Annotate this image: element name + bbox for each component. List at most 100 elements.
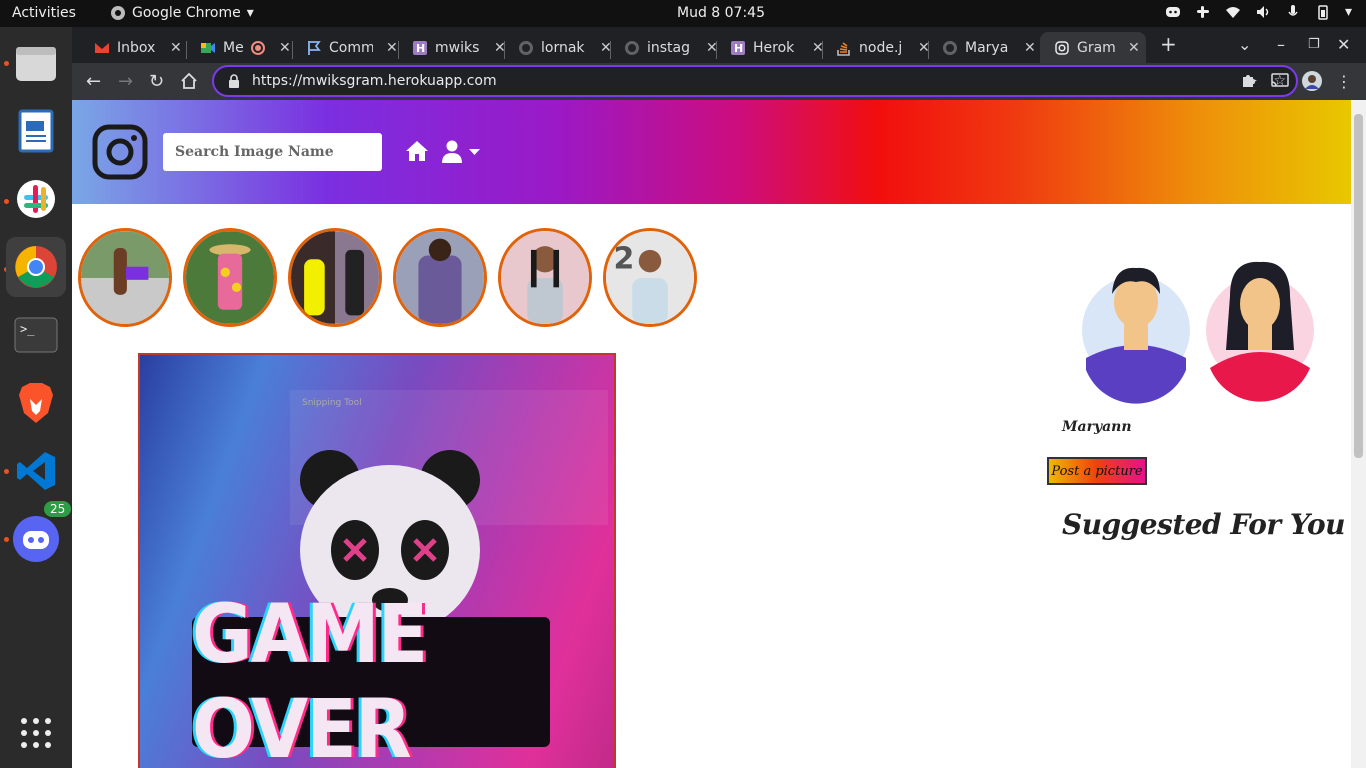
system-tray[interactable]: ▾ — [1165, 4, 1352, 20]
tab-heroku[interactable]: H Herok ✕ — [716, 32, 824, 63]
document-writer-icon — [18, 109, 54, 153]
chrome-icon — [15, 246, 57, 288]
dock-brave[interactable] — [6, 373, 66, 433]
github-icon — [625, 40, 639, 55]
dock-terminal[interactable]: >_ — [6, 305, 66, 365]
github-icon — [943, 40, 957, 55]
tab-mwiks[interactable]: H mwiks ✕ — [398, 32, 506, 63]
story-thumbnail[interactable] — [393, 228, 487, 327]
discord-tray-icon — [1165, 7, 1180, 17]
close-tab-icon[interactable]: ✕ — [386, 40, 398, 56]
tab-marya[interactable]: Marya ✕ — [928, 32, 1036, 63]
app-menu[interactable]: Google Chrome ▾ — [110, 5, 254, 21]
tab-search-chevron-icon[interactable]: ⌄ — [1238, 35, 1251, 54]
search-input[interactable] — [163, 133, 382, 171]
battery-icon — [1318, 5, 1328, 20]
microphone-icon — [1288, 5, 1298, 16]
tab-comm[interactable]: Comm ✕ — [292, 32, 398, 63]
user-dropdown-icon[interactable] — [442, 140, 486, 164]
close-tab-icon[interactable]: ✕ — [170, 40, 182, 56]
feed-post-image[interactable]: Snipping Tool GAME OVER — [138, 353, 616, 768]
stackoverflow-icon — [837, 41, 850, 56]
page-viewport: 2 Snipping Tool GAME OVER Maryan — [72, 100, 1366, 768]
dock-chrome[interactable] — [6, 237, 66, 297]
browser-toolbar: ← → ↻ https://mwiksgram.herokuapp.com ➤ … — [72, 63, 1366, 100]
post-picture-button[interactable]: Post a picture — [1047, 457, 1147, 485]
instagram-icon — [1055, 40, 1069, 55]
close-tab-icon[interactable]: ✕ — [279, 40, 291, 56]
chevron-down-icon: ▾ — [246, 5, 254, 21]
dock-writer[interactable] — [6, 101, 66, 161]
profile-avatars-illustration[interactable] — [1070, 240, 1332, 420]
wifi-icon — [1225, 7, 1240, 18]
slack-tray-icon — [1196, 6, 1209, 18]
story-thumbnail[interactable] — [498, 228, 592, 327]
new-tab-button[interactable]: + — [1160, 32, 1177, 56]
discord-icon — [13, 516, 59, 562]
suggested-heading: Suggested For You — [1062, 508, 1346, 541]
back-arrow-icon[interactable]: ← — [86, 71, 101, 92]
show-applications-button[interactable] — [6, 703, 66, 763]
forward-arrow-icon[interactable]: → — [118, 71, 133, 92]
tab-gram[interactable]: Gram ✕ — [1040, 32, 1146, 63]
maximize-button[interactable]: ❐ — [1308, 37, 1320, 52]
tab-nodejs[interactable]: node.j ✕ — [822, 32, 930, 63]
gmail-icon — [95, 42, 109, 53]
tab-strip: Inbox ✕ Me ✕ Comm ✕ H mwiks ✕ lornak ✕ i… — [72, 27, 1366, 63]
close-tab-icon[interactable]: ✕ — [1024, 40, 1036, 56]
kebab-menu-icon[interactable]: ⋮ — [1336, 72, 1352, 91]
site-navbar — [72, 100, 1351, 204]
profile-avatar[interactable] — [1301, 70, 1323, 92]
home-icon[interactable] — [180, 72, 198, 90]
story-thumbnail[interactable] — [78, 228, 172, 327]
slack-icon — [17, 180, 55, 218]
svg-text:2: 2 — [613, 242, 634, 277]
username-label: Maryann — [1062, 419, 1132, 435]
address-bar[interactable]: https://mwiksgram.herokuapp.com ➤ ☆ — [212, 65, 1298, 97]
tab-inbox[interactable]: Inbox ✕ — [80, 32, 182, 63]
dock-discord[interactable]: 25 — [6, 501, 72, 569]
dock-files[interactable] — [6, 33, 66, 93]
story-thumbnail[interactable]: 2 — [603, 228, 697, 327]
close-window-button[interactable]: ✕ — [1337, 35, 1350, 54]
meet-icon — [201, 42, 215, 53]
terminal-icon: >_ — [14, 317, 58, 353]
snip-label: Snipping Tool — [302, 398, 362, 408]
instagram-logo-icon[interactable] — [92, 124, 148, 180]
chevron-down-icon: ▾ — [1344, 4, 1352, 20]
cast-icon[interactable] — [1271, 72, 1289, 88]
folder-icon — [16, 47, 56, 81]
extensions-puzzle-icon[interactable] — [1240, 72, 1256, 88]
volume-icon — [1256, 6, 1269, 18]
tab-lornak[interactable]: lornak ✕ — [504, 32, 612, 63]
clock[interactable]: Mud 8 07:45 — [677, 5, 765, 21]
tab-instag[interactable]: instag ✕ — [610, 32, 718, 63]
home-icon[interactable] — [405, 140, 429, 162]
flag-icon — [308, 40, 321, 55]
lock-icon — [229, 74, 239, 88]
scrollbar-thumb[interactable] — [1354, 114, 1363, 458]
svg-text:H: H — [416, 42, 425, 55]
tab-meet[interactable]: Me ✕ — [186, 32, 291, 63]
dock-slack[interactable] — [6, 169, 66, 229]
vscode-icon — [17, 452, 55, 490]
reload-icon[interactable]: ↻ — [149, 71, 164, 92]
github-icon — [519, 40, 533, 55]
brave-lion-icon — [19, 383, 53, 423]
page-scrollbar[interactable] — [1351, 100, 1366, 768]
story-thumbnail[interactable] — [288, 228, 382, 327]
svg-text:H: H — [734, 42, 743, 55]
story-thumbnail[interactable] — [183, 228, 277, 327]
url-text: https://mwiksgram.herokuapp.com — [252, 73, 497, 89]
os-top-bar: Activities Google Chrome ▾ Mud 8 07:45 ▾ — [0, 0, 1366, 27]
recording-icon — [251, 40, 265, 55]
stories-row: 2 — [78, 228, 697, 327]
dock-vscode[interactable] — [6, 441, 66, 501]
svg-text:>_: >_ — [20, 322, 35, 336]
close-tab-icon[interactable]: ✕ — [1128, 40, 1140, 56]
activities-button[interactable]: Activities — [12, 5, 76, 21]
game-over-sign: GAME OVER — [192, 587, 550, 768]
app-name: Google Chrome — [132, 5, 241, 21]
heroku-icon: H — [413, 40, 427, 55]
minimize-button[interactable]: – — [1277, 35, 1285, 54]
